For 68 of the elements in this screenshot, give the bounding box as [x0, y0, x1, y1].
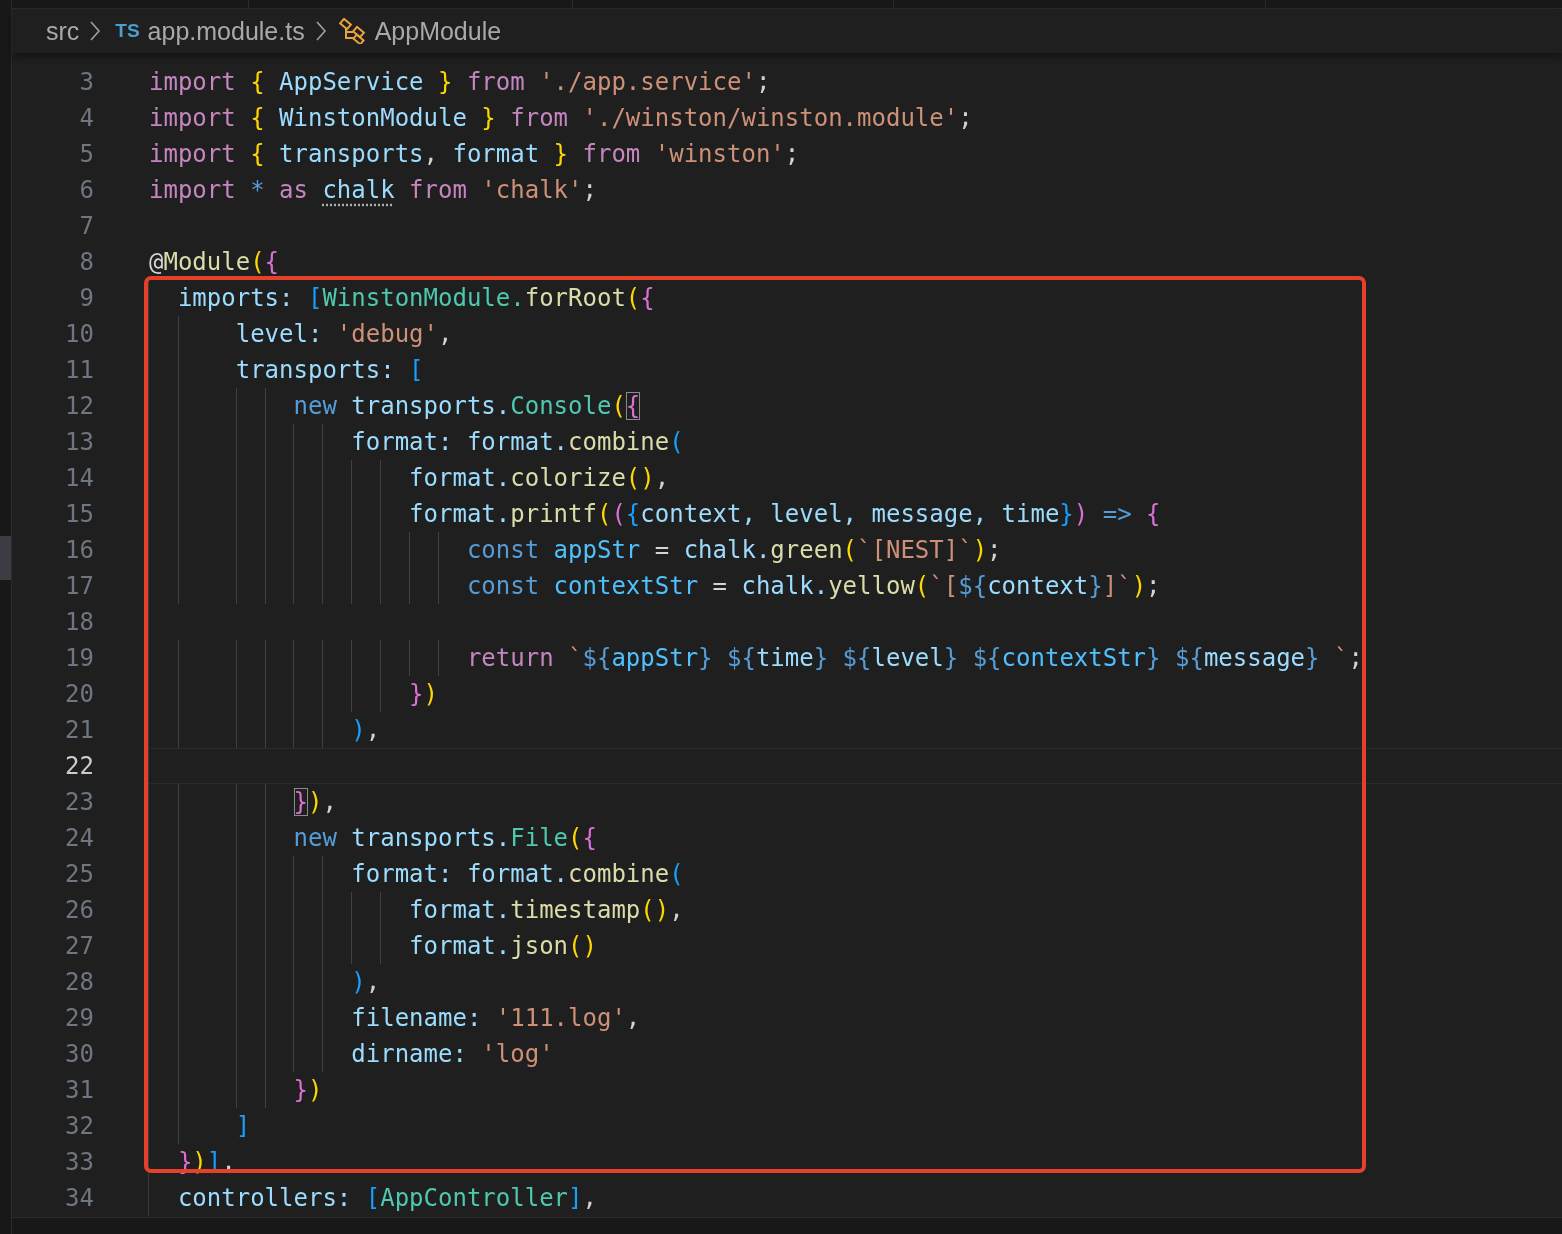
code-line: new transports.File({	[148, 820, 597, 856]
code-line: format.printf(({context, level, message, time}) => {	[148, 496, 1161, 532]
code-line: @Module({	[148, 247, 280, 278]
line-number: 23	[64, 788, 94, 816]
line-number: 18	[64, 608, 94, 636]
code-line: format.colorize(),	[148, 460, 670, 496]
line-number: 27	[64, 932, 94, 960]
line-number: 31	[64, 1076, 94, 1104]
line-number: 10	[64, 320, 94, 348]
line-number: 13	[64, 428, 94, 456]
line-number: 34	[64, 1184, 94, 1212]
line-number: 11	[64, 356, 94, 384]
code-line: import { AppService } from './app.service';	[148, 67, 771, 98]
chevron-icon	[314, 20, 327, 42]
module-icon	[338, 18, 367, 44]
chevron-icon	[89, 20, 102, 42]
line-number: 15	[64, 500, 94, 528]
code-line: controllers: [AppController],	[148, 1180, 597, 1216]
line-number: 5	[78, 140, 94, 168]
line-number: 33	[64, 1148, 94, 1176]
code-line: }),	[148, 784, 337, 820]
line-number: 8	[78, 248, 94, 276]
scrollbar-thumb[interactable]	[0, 536, 11, 580]
code-line: return `${appStr} ${time} ${level} ${contextStr} ${message} `;	[148, 640, 1363, 676]
line-number: 14	[64, 464, 94, 492]
code-line: format: format.combine(	[148, 856, 684, 892]
code-line: transports: [	[148, 352, 424, 388]
line-number: 26	[64, 896, 94, 924]
code-line: const appStr = chalk.green(`[NEST]`);	[148, 532, 1002, 568]
code-line: ),	[148, 964, 381, 1000]
breadcrumb-item[interactable]: AppModule	[374, 16, 502, 46]
line-number: 6	[78, 176, 94, 204]
code-line: ),	[148, 712, 381, 748]
file-type-icon: TS	[115, 20, 140, 42]
line-number: 4	[78, 104, 94, 132]
code-line: ]	[148, 1108, 251, 1144]
line-number: 29	[64, 1004, 94, 1032]
code-line: dirname: 'log'	[148, 1036, 554, 1072]
line-number: 20	[64, 680, 94, 708]
code-line: })	[148, 676, 438, 712]
breadcrumb-item[interactable]: app.module.ts	[147, 16, 305, 46]
line-number: 7	[78, 212, 94, 240]
code-line: import { WinstonModule } from './winston/winston.module';	[148, 103, 973, 134]
line-number: 19	[64, 644, 94, 672]
code-line: const contextStr = chalk.yellow(`[${context}]`);	[148, 568, 1161, 604]
code-line: import * as chalk from 'chalk';	[148, 175, 597, 206]
code-line: filename: '111.log',	[148, 1000, 641, 1036]
code-line: import { transports, format } from 'winston';	[148, 139, 800, 170]
line-number: 16	[64, 536, 94, 564]
code-line: imports: [WinstonModule.forRoot({	[148, 280, 655, 316]
line-number: 25	[64, 860, 94, 888]
code-line: new transports.Console({	[148, 388, 641, 424]
line-number: 3	[78, 68, 94, 96]
breadcrumb-item[interactable]: src	[46, 16, 80, 46]
line-number: 17	[64, 572, 94, 600]
line-number: 22	[64, 752, 94, 780]
code-line: format.json()	[148, 928, 597, 964]
code-line: format.timestamp(),	[148, 892, 684, 928]
line-number: 30	[64, 1040, 94, 1068]
line-number: 12	[64, 392, 94, 420]
code-line: level: 'debug',	[148, 316, 453, 352]
code-line: })	[148, 1072, 323, 1108]
line-number: 21	[64, 716, 94, 744]
line-number: 28	[64, 968, 94, 996]
line-number: 9	[78, 284, 94, 312]
line-number: 24	[64, 824, 94, 852]
code-line: format: format.combine(	[148, 424, 684, 460]
line-number: 32	[64, 1112, 94, 1140]
